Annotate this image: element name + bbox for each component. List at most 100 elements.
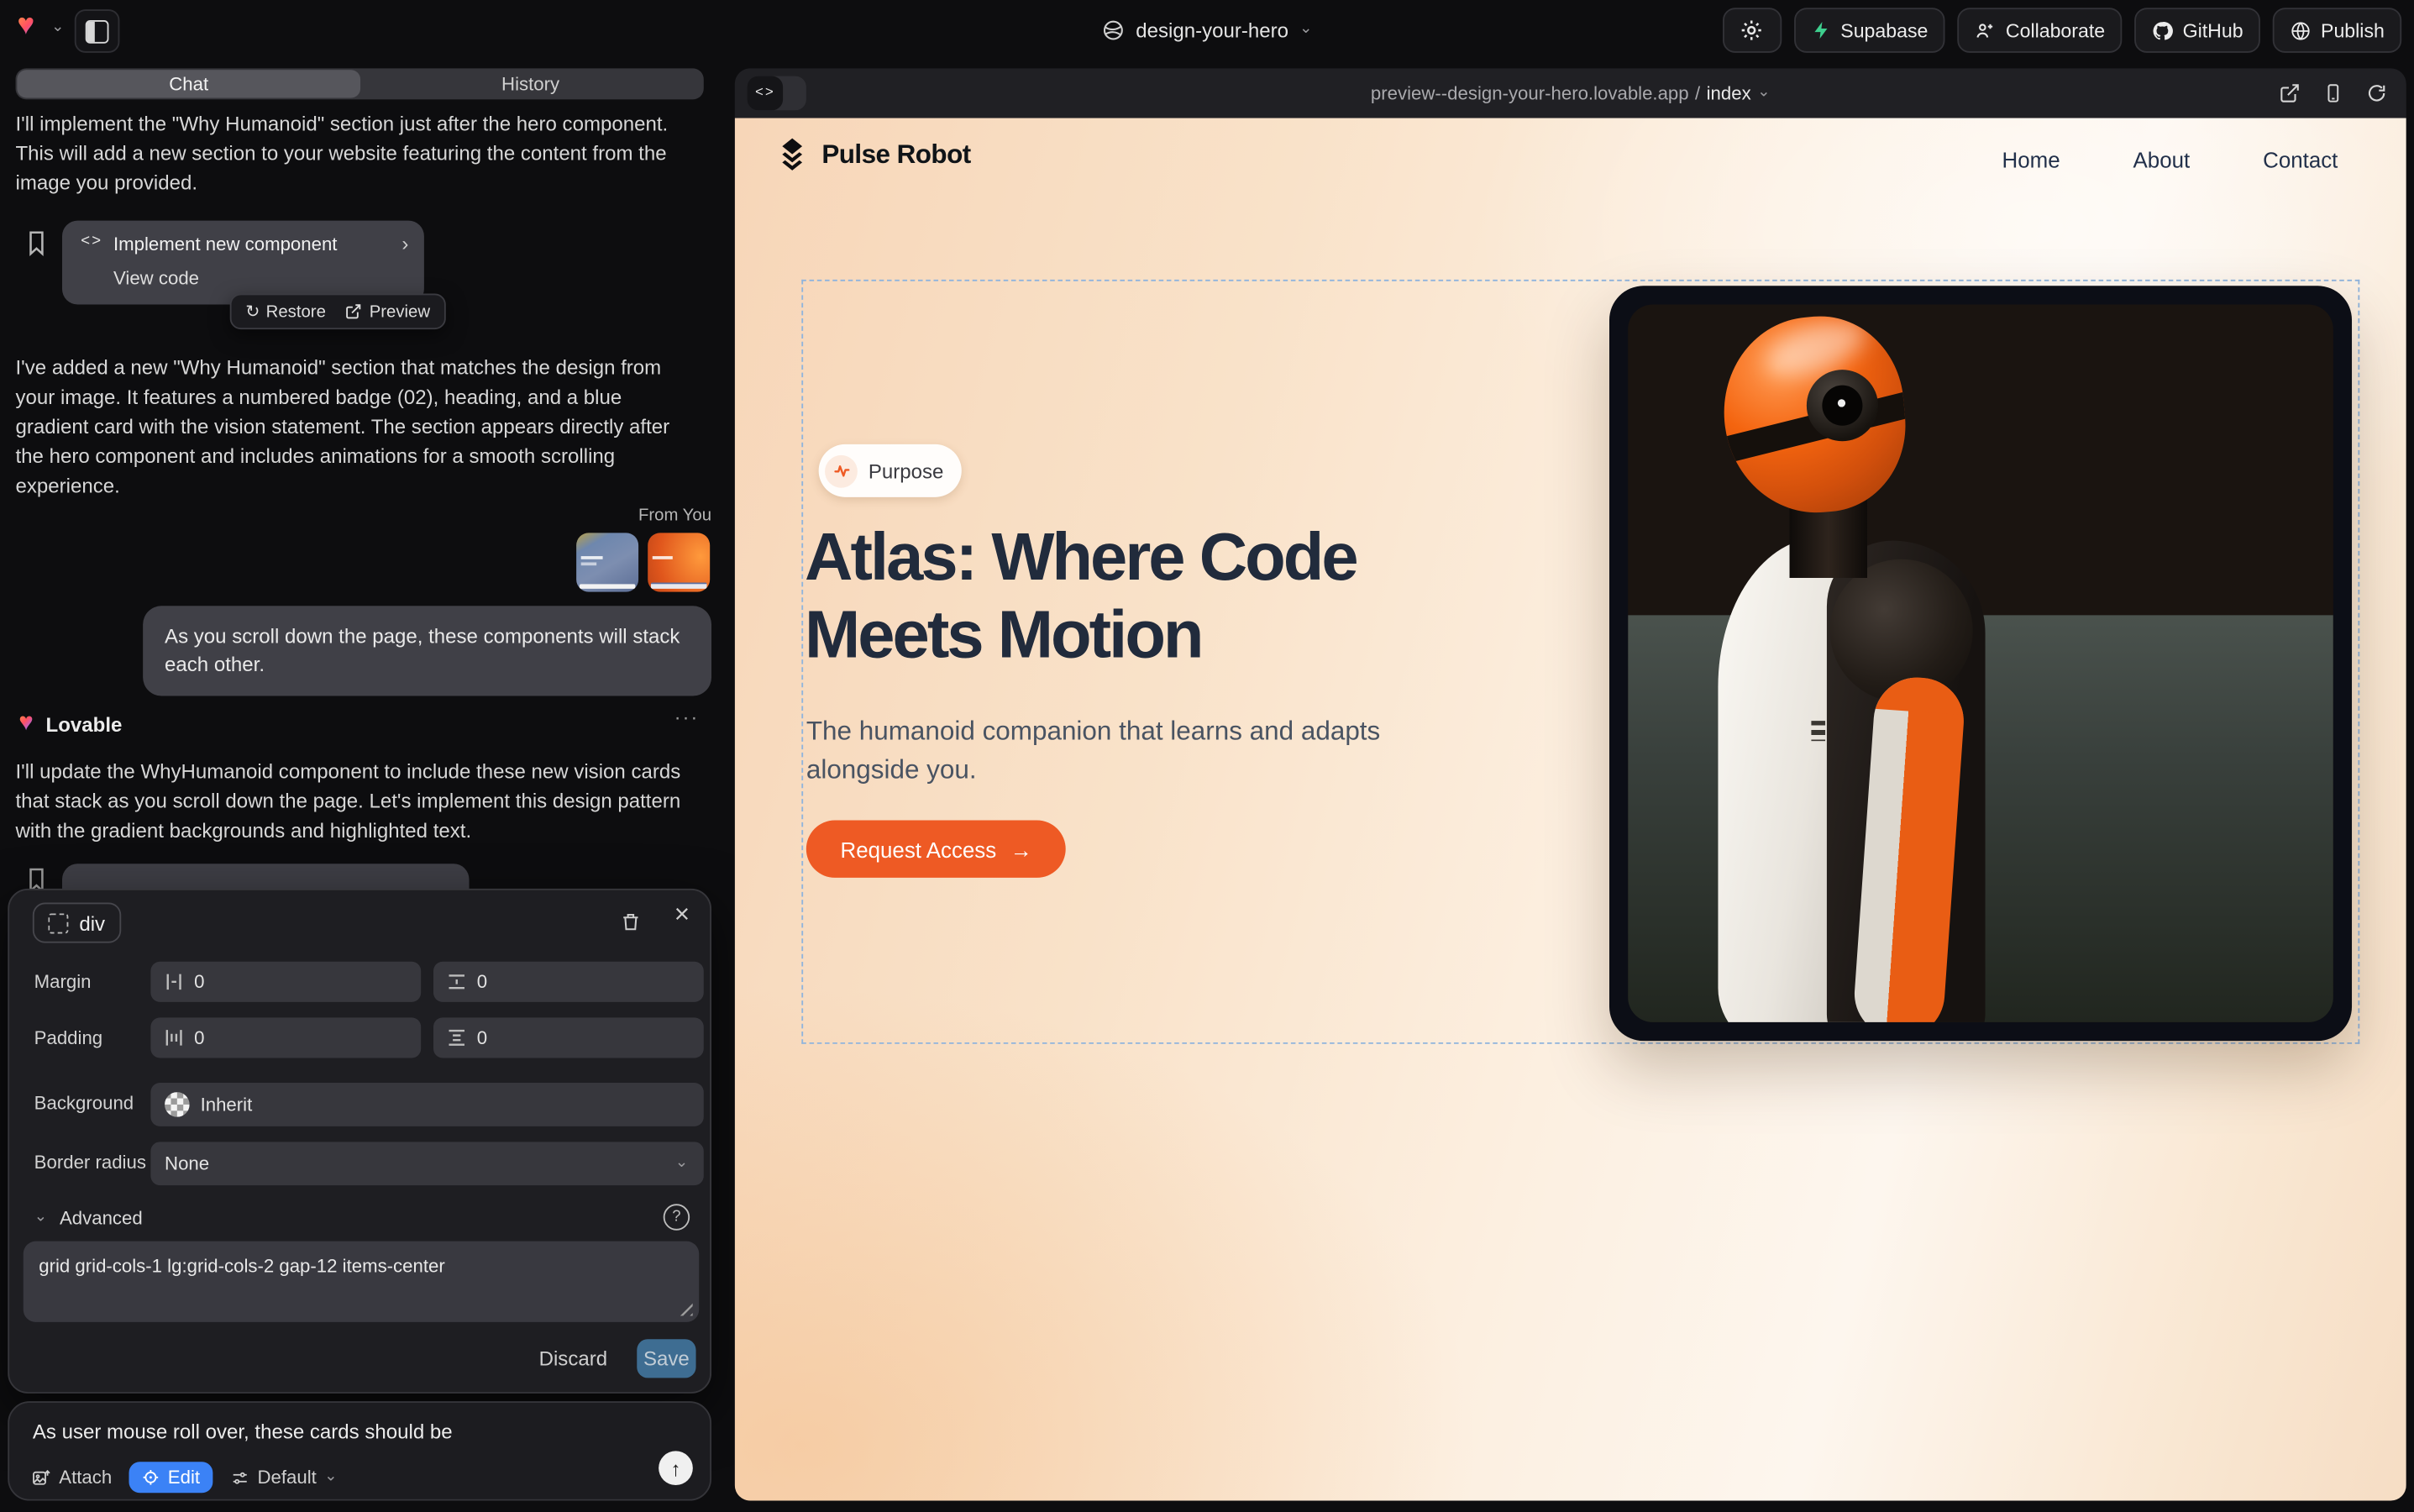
background-input[interactable]: Inherit bbox=[150, 1083, 703, 1126]
attach-label: Attach bbox=[59, 1467, 112, 1488]
margin-y-input[interactable]: 0 bbox=[433, 962, 704, 1002]
hero-heading: Atlas: Where Code Meets Motion bbox=[805, 519, 1357, 675]
classes-textarea[interactable]: grid grid-cols-1 lg:grid-cols-2 gap-12 i… bbox=[24, 1242, 699, 1322]
collaborate-button[interactable]: Collaborate bbox=[1958, 8, 2123, 53]
refresh-icon[interactable] bbox=[2366, 82, 2388, 104]
padding-y-icon bbox=[448, 1028, 466, 1047]
component-card[interactable]: <> Implement new component › View code bbox=[62, 221, 424, 305]
assistant-message: I'll implement the "Why Humanoid" sectio… bbox=[15, 108, 699, 197]
panel-icon bbox=[86, 19, 109, 43]
user-message-bubble: As you scroll down the page, these compo… bbox=[143, 606, 711, 696]
advanced-toggle[interactable]: ⌄ Advanced bbox=[34, 1207, 143, 1229]
tab-chat[interactable]: Chat bbox=[17, 70, 360, 97]
assistant-name: Lovable bbox=[46, 712, 123, 736]
lovable-heart-icon: ♥ bbox=[18, 711, 34, 737]
site-brand[interactable]: Pulse Robot bbox=[775, 137, 971, 174]
chat-composer[interactable]: As user mouse roll over, these cards sho… bbox=[8, 1401, 711, 1500]
logo-caret-icon[interactable]: ⌄ bbox=[51, 20, 65, 35]
mode-selector[interactable]: Default ⌄ bbox=[229, 1467, 337, 1488]
margin-x-input[interactable]: 0 bbox=[150, 962, 421, 1002]
project-name: design-your-hero bbox=[1136, 18, 1288, 41]
attach-button[interactable]: Attach bbox=[31, 1467, 112, 1488]
edit-mode-button[interactable]: Edit bbox=[129, 1462, 213, 1493]
resize-handle[interactable] bbox=[677, 1300, 692, 1315]
project-switcher[interactable]: design-your-hero ⌄ bbox=[1102, 0, 1313, 59]
assistant-header: ♥ Lovable bbox=[18, 711, 122, 737]
preview-button[interactable]: Preview bbox=[344, 302, 430, 321]
nav-link-home[interactable]: Home bbox=[2002, 148, 2060, 173]
settings-button[interactable] bbox=[1723, 8, 1782, 53]
tab-history[interactable]: History bbox=[359, 70, 702, 97]
layers-logo-icon bbox=[775, 137, 810, 174]
preview-page: index bbox=[1707, 82, 1751, 104]
attachment-thumbnail-blue[interactable] bbox=[576, 533, 638, 591]
close-icon[interactable]: × bbox=[674, 900, 690, 931]
robot-illustration bbox=[1628, 304, 2333, 1021]
discard-button[interactable]: Discard bbox=[539, 1347, 608, 1370]
trash-icon[interactable] bbox=[620, 911, 642, 934]
tab-chat-label: Chat bbox=[169, 73, 208, 95]
margin-label: Margin bbox=[34, 971, 92, 993]
restore-label: Restore bbox=[266, 302, 326, 321]
bookmark-icon[interactable] bbox=[25, 230, 49, 256]
attachment-thumbnail-orange[interactable] bbox=[648, 533, 710, 591]
padding-x-input[interactable]: 0 bbox=[150, 1017, 421, 1058]
save-button[interactable]: Save bbox=[637, 1339, 695, 1378]
preview-url-bar[interactable]: preview--design-your-hero.lovable.app / … bbox=[735, 68, 2406, 118]
gear-icon bbox=[1740, 18, 1764, 42]
publish-label: Publish bbox=[2321, 19, 2385, 41]
element-tag: div bbox=[79, 911, 105, 935]
open-in-new-icon[interactable] bbox=[2279, 82, 2301, 104]
sidebar-toggle-button[interactable] bbox=[75, 9, 120, 53]
selected-element-chip[interactable]: div bbox=[33, 903, 121, 943]
nav-link-contact[interactable]: Contact bbox=[2263, 148, 2338, 173]
supabase-button[interactable]: Supabase bbox=[1794, 8, 1945, 53]
chat-tabs: Chat History bbox=[15, 68, 703, 99]
topbar-actions: Supabase Collaborate GitHub Publish bbox=[1723, 8, 2401, 53]
composer-input[interactable]: As user mouse roll over, these cards sho… bbox=[33, 1420, 453, 1443]
element-inspector-panel: div × Margin 0 0 Padding 0 0 Backgr bbox=[8, 889, 711, 1394]
lovable-heart-logo[interactable]: ♥ bbox=[17, 11, 48, 42]
target-icon bbox=[141, 1468, 160, 1487]
site-nav: Home About Contact bbox=[2002, 148, 2338, 173]
restore-button[interactable]: ↻Restore bbox=[245, 302, 326, 322]
edit-label: Edit bbox=[168, 1467, 200, 1488]
github-icon bbox=[2152, 19, 2174, 41]
chevron-right-icon: › bbox=[401, 232, 408, 255]
help-icon[interactable]: ? bbox=[664, 1204, 690, 1230]
padding-label: Padding bbox=[34, 1026, 102, 1048]
send-button[interactable]: ↑ bbox=[659, 1451, 693, 1485]
background-value: Inherit bbox=[201, 1094, 253, 1116]
border-radius-value: None bbox=[165, 1152, 209, 1174]
chevron-down-icon: ⌄ bbox=[1757, 86, 1771, 101]
hero-robot-image bbox=[1609, 286, 2352, 1041]
tab-history-label: History bbox=[501, 73, 559, 95]
view-code-link[interactable]: View code bbox=[113, 267, 199, 289]
supabase-icon bbox=[1811, 20, 1831, 40]
sliders-icon bbox=[229, 1467, 249, 1488]
preview-toolbar-actions bbox=[2279, 82, 2387, 104]
request-access-button[interactable]: Request Access → bbox=[806, 820, 1067, 877]
classes-value: grid grid-cols-1 lg:grid-cols-2 gap-12 i… bbox=[39, 1255, 445, 1277]
assistant-message: I'll update the WhyHumanoid component to… bbox=[15, 757, 699, 845]
purpose-badge: Purpose bbox=[819, 444, 963, 497]
mobile-view-icon[interactable] bbox=[2322, 82, 2344, 104]
message-menu-icon[interactable]: ··· bbox=[674, 706, 700, 729]
camera-lens bbox=[1822, 386, 1862, 426]
image-icon bbox=[31, 1467, 51, 1488]
border-radius-label: Border radius bbox=[34, 1151, 146, 1173]
robot-chest-marking bbox=[1811, 721, 1825, 741]
component-card-peek[interactable] bbox=[62, 864, 470, 891]
nav-link-about[interactable]: About bbox=[2133, 148, 2191, 173]
request-access-label: Request Access bbox=[841, 837, 997, 862]
preview-panel: <> preview--design-your-hero.lovable.app… bbox=[735, 68, 2406, 1500]
publish-button[interactable]: Publish bbox=[2273, 8, 2402, 53]
padding-y-input[interactable]: 0 bbox=[433, 1017, 704, 1058]
hero-heading-line1: Atlas: Where Code bbox=[805, 519, 1357, 596]
arrow-right-icon: → bbox=[1010, 837, 1032, 862]
transparency-swatch-icon bbox=[165, 1092, 190, 1117]
supabase-label: Supabase bbox=[1840, 19, 1928, 41]
github-button[interactable]: GitHub bbox=[2134, 8, 2260, 53]
selection-box-icon bbox=[48, 913, 68, 933]
border-radius-select[interactable]: None ⌄ bbox=[150, 1142, 703, 1185]
